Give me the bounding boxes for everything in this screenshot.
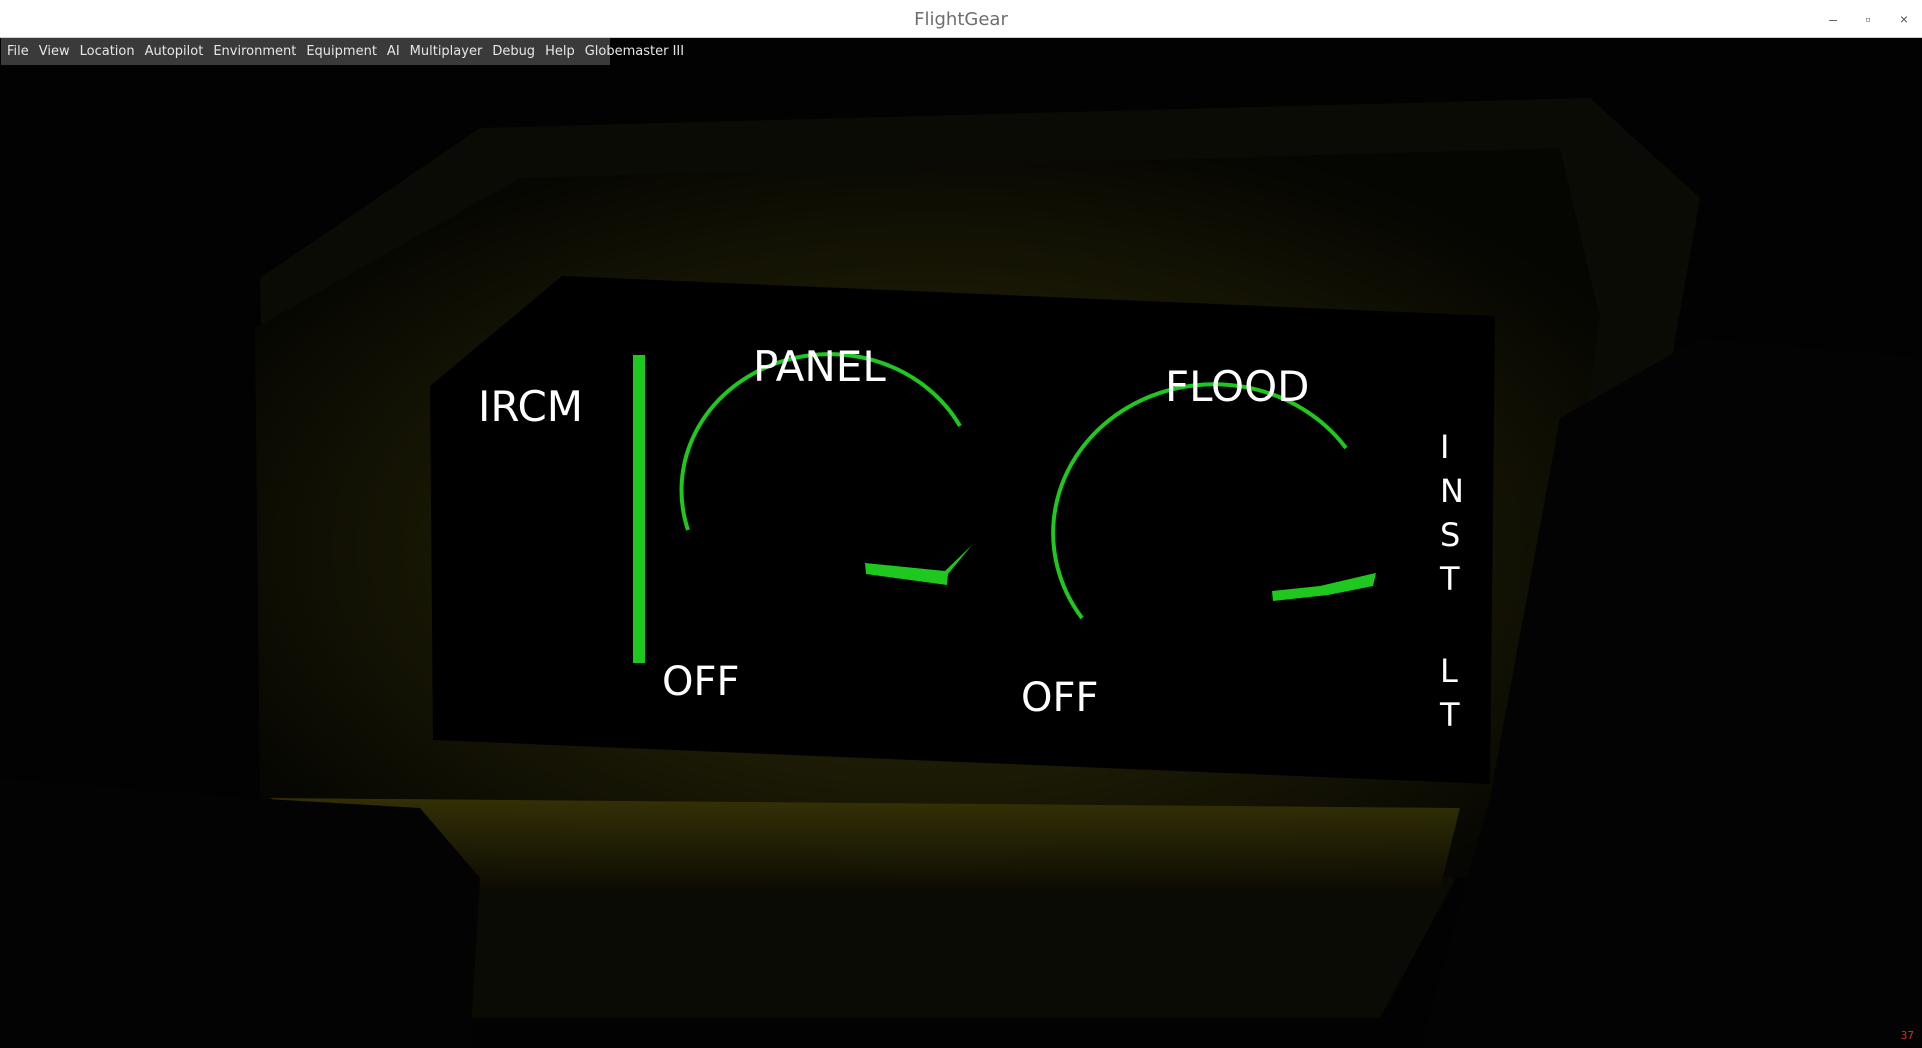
menu-view[interactable]: View [39,44,70,59]
panel-label: PANEL [753,342,886,391]
menu-multiplayer[interactable]: Multiplayer [410,44,483,59]
maximize-icon[interactable]: ▫ [1857,8,1879,30]
menu-globemaster-iii[interactable]: Globemaster III [585,44,684,59]
ircm-label: IRCM [478,382,583,431]
menu-autopilot[interactable]: Autopilot [145,44,204,59]
left-shadow [0,778,480,1048]
inst-lt-letter: L [1440,652,1458,690]
title-bar[interactable]: FlightGear – ▫ × [0,0,1922,38]
menu-bar: File View Location Autopilot Environment… [1,38,684,65]
cockpit-scene: IRCM PANEL FLOOD OFF OFF I N S T L T [0,98,1922,1048]
inst-lt-letter: T [1439,560,1460,598]
flood-off-label: OFF [1021,675,1099,721]
inst-lt-letter: S [1440,516,1460,554]
menu-help[interactable]: Help [545,44,575,59]
menu-location[interactable]: Location [80,44,135,59]
window-title: FlightGear [914,9,1008,30]
inst-lt-letter: I [1440,428,1449,466]
inst-lt-letter: T [1439,696,1460,734]
ircm-indicator-bar [633,355,645,663]
menu-equipment[interactable]: Equipment [306,44,377,59]
close-icon[interactable]: × [1893,8,1915,30]
fps-counter: 37 [1900,1029,1914,1042]
menu-ai[interactable]: AI [387,44,400,59]
lighting-control-panel [430,276,1495,784]
minimize-icon[interactable]: – [1822,8,1844,30]
panel-off-label: OFF [662,659,740,705]
inst-lt-letter: N [1440,472,1464,510]
flightgear-window: FlightGear – ▫ × IRCM PANEL FLOOD OFF OF… [0,0,1922,1048]
menu-environment[interactable]: Environment [213,44,296,59]
menu-file[interactable]: File [7,44,29,59]
flood-label: FLOOD [1165,362,1310,411]
3d-cockpit-view[interactable]: IRCM PANEL FLOOD OFF OFF I N S T L T 37 [0,38,1922,1048]
menu-debug[interactable]: Debug [492,44,535,59]
